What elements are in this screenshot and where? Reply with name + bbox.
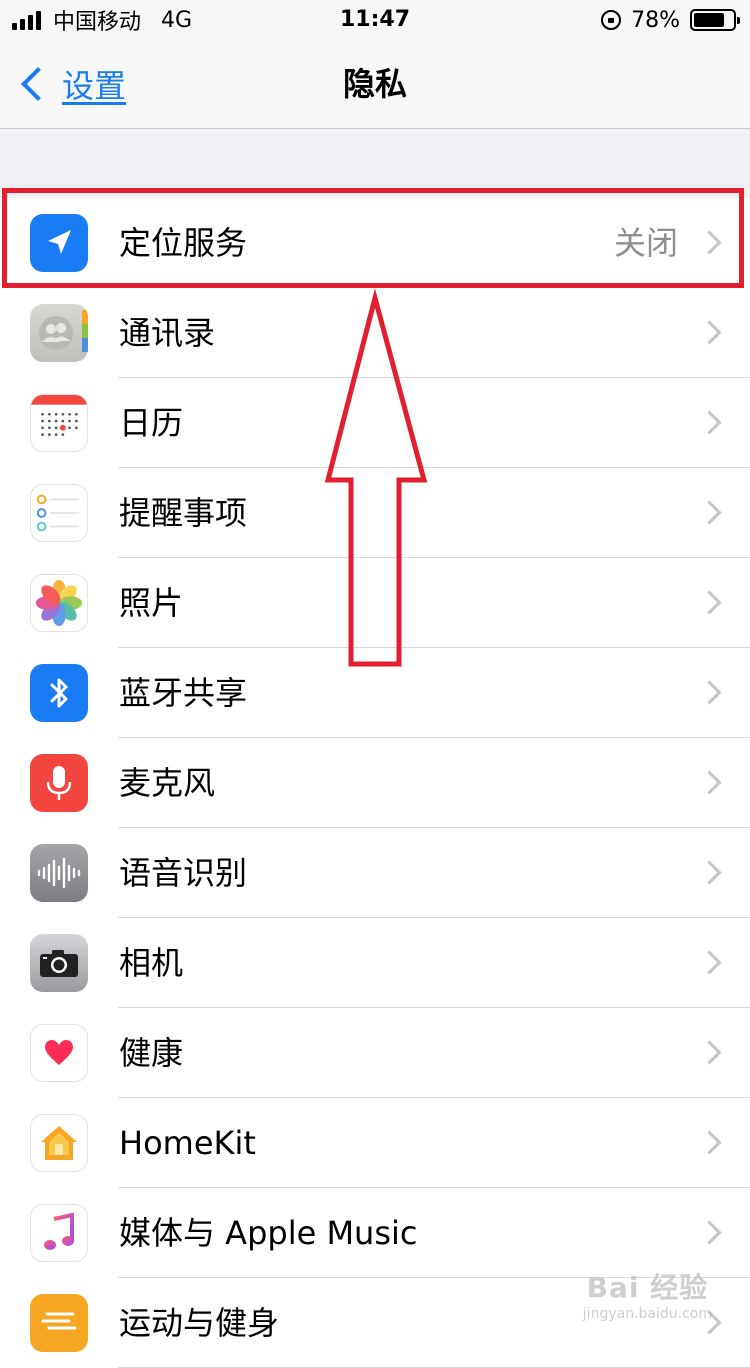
row-label: 提醒事项 <box>119 494 248 532</box>
row-label: 日历 <box>119 404 184 442</box>
battery-percent: 78% <box>631 7 680 33</box>
reminders-icon <box>30 484 88 542</box>
row-reminders[interactable]: 提醒事项 <box>0 468 750 558</box>
status-right: 78% <box>601 6 740 34</box>
health-heart-icon <box>30 1024 88 1082</box>
row-value: 关闭 <box>613 224 678 262</box>
row-contacts[interactable]: 通讯录 <box>0 288 750 378</box>
row-label: 通讯录 <box>119 314 216 352</box>
chevron-right-icon <box>697 1220 722 1245</box>
row-label: 照片 <box>119 584 184 622</box>
chevron-right-icon <box>697 1040 722 1065</box>
location-arrow-icon <box>30 214 88 272</box>
contacts-icon <box>30 304 88 362</box>
status-bar: 中国移动 4G 11:47 78% <box>0 0 750 40</box>
microphone-icon <box>30 754 88 812</box>
battery-icon <box>690 9 740 31</box>
row-label: 相机 <box>119 944 184 982</box>
chevron-right-icon <box>697 500 722 525</box>
chevron-right-icon <box>697 1130 722 1155</box>
row-label: 运动与健身 <box>119 1304 280 1342</box>
row-label: 媒体与 Apple Music <box>119 1214 418 1252</box>
row-photos[interactable]: 照片 <box>0 558 750 648</box>
calendar-icon <box>30 394 88 452</box>
homekit-icon <box>30 1114 88 1172</box>
bluetooth-icon <box>30 664 88 722</box>
page-title: 隐私 <box>342 65 407 103</box>
baidu-jingyan-watermark: Bai 经验 jingyan.baidu.com <box>583 1266 712 1322</box>
row-bluetooth-sharing[interactable]: 蓝牙共享 <box>0 648 750 738</box>
watermark-sub: jingyan.baidu.com <box>582 1306 712 1322</box>
speech-waveform-icon <box>30 844 88 902</box>
chevron-right-icon <box>697 230 722 255</box>
camera-icon <box>30 934 88 992</box>
row-camera[interactable]: 相机 <box>0 918 750 1008</box>
music-note-icon <box>30 1204 88 1262</box>
chevron-right-icon <box>697 320 722 345</box>
row-health[interactable]: 健康 <box>0 1008 750 1098</box>
chevron-right-icon <box>697 770 722 795</box>
chevron-right-icon <box>697 590 722 615</box>
row-speech-recognition[interactable]: 语音识别 <box>0 828 750 918</box>
chevron-right-icon <box>697 950 722 975</box>
photos-icon <box>30 574 88 632</box>
row-label: 语音识别 <box>119 854 248 892</box>
row-label: 定位服务 <box>119 224 248 262</box>
chevron-right-icon <box>697 410 722 435</box>
chevron-right-icon <box>697 680 722 705</box>
watermark-main: Bai 经验 <box>586 1271 709 1304</box>
row-label: 蓝牙共享 <box>119 674 248 712</box>
row-media-apple-music[interactable]: 媒体与 Apple Music <box>0 1188 750 1278</box>
motion-fitness-icon <box>30 1294 88 1352</box>
row-location-services[interactable]: 定位服务 关闭 <box>0 198 750 288</box>
navigation-bar: 设置 隐私 <box>0 40 750 129</box>
row-label: 健康 <box>119 1034 184 1072</box>
rotation-lock-icon <box>601 10 622 30</box>
row-microphone[interactable]: 麦克风 <box>0 738 750 828</box>
privacy-list: 定位服务 关闭 通讯录 日历 提醒事项 照片 蓝牙共享 麦克风 语音识别 相机 … <box>0 198 750 1368</box>
row-label: 麦克风 <box>119 764 216 802</box>
row-label: HomeKit <box>119 1124 256 1162</box>
chevron-right-icon <box>697 860 722 885</box>
row-homekit[interactable]: HomeKit <box>0 1098 750 1188</box>
row-calendar[interactable]: 日历 <box>0 378 750 468</box>
